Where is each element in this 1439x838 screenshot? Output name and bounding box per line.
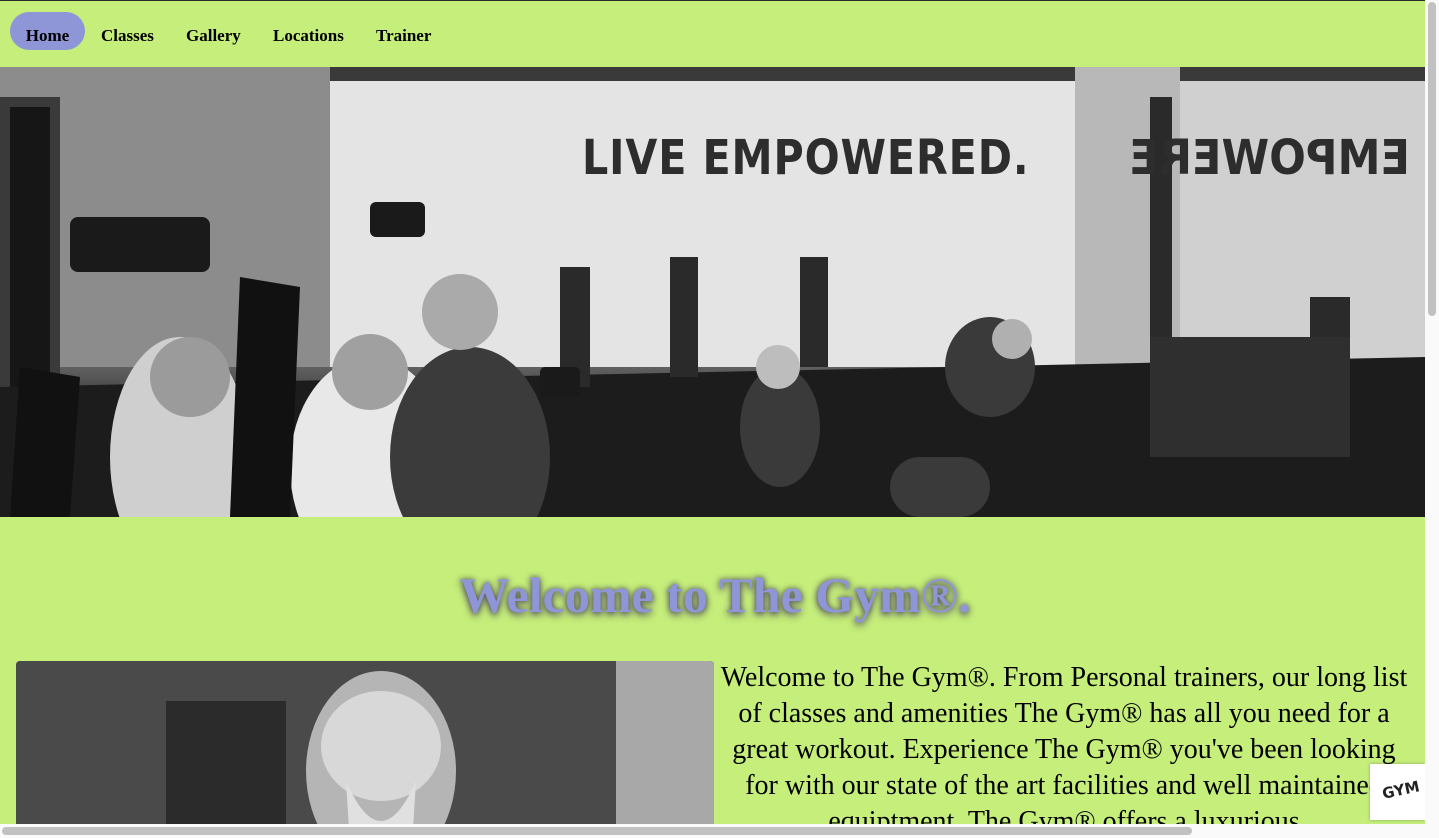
- gym-logo-badge[interactable]: GYM: [1370, 764, 1425, 820]
- gym-badge-label: GYM: [1380, 777, 1422, 803]
- nav-locations-link[interactable]: Locations: [273, 12, 344, 50]
- nav-home-link[interactable]: Home: [10, 12, 85, 50]
- vertical-scrollbar-thumb[interactable]: [1428, 2, 1436, 316]
- intro-photo: [16, 661, 714, 824]
- nav-gallery-link[interactable]: Gallery: [186, 12, 241, 50]
- intro-photo-illustration: [16, 661, 714, 824]
- nav-trainer-link[interactable]: Trainer: [376, 12, 431, 50]
- hero-slogan-text: LIVE EMPOWERED.: [582, 130, 1030, 186]
- top-nav: Home Classes Gallery Locations Trainer: [0, 0, 1425, 67]
- horizontal-scrollbar[interactable]: [0, 824, 1425, 838]
- hero-image: LIVE EMPOWERED. EMPOWERE: [0, 67, 1425, 517]
- nav-classes-link[interactable]: Classes: [101, 12, 154, 50]
- vertical-scrollbar[interactable]: [1425, 0, 1439, 838]
- horizontal-scrollbar-thumb[interactable]: [2, 827, 1192, 835]
- page: Home Classes Gallery Locations Trainer L…: [0, 0, 1425, 824]
- welcome-heading: Welcome to The Gym®.: [459, 567, 971, 623]
- hero-slogan-mirror-text: EMPOWERE: [1129, 130, 1410, 186]
- welcome-body-text: Welcome to The Gym®. From Personal train…: [720, 662, 1408, 824]
